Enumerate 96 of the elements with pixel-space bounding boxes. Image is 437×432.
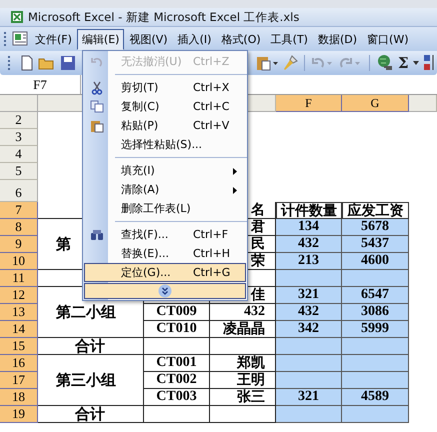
save-icon[interactable]	[60, 55, 76, 71]
table-cell: 4589	[342, 389, 409, 406]
table-cell: 321	[276, 287, 342, 304]
row-header[interactable]: 14	[0, 321, 38, 338]
table-cell: 计件数量	[276, 202, 342, 219]
paste-icon[interactable]	[256, 55, 278, 71]
table-cell	[342, 372, 409, 389]
menu-item[interactable]: 剪切(T) Ctrl+X	[84, 78, 246, 97]
menu-item[interactable]: 窗口(W)	[362, 28, 414, 50]
row-header[interactable]: 5	[0, 163, 38, 180]
undo-icon	[91, 56, 103, 68]
row-header[interactable]: 19	[0, 406, 38, 423]
table-cell	[342, 338, 409, 355]
table-cell: 郑凯	[210, 355, 276, 372]
table-cell: 342	[276, 321, 342, 338]
spreadsheet-icon[interactable]	[12, 31, 30, 47]
table-cell: 第三小组	[38, 355, 144, 406]
table-cell: 5437	[342, 236, 409, 253]
table-cell	[276, 372, 342, 389]
brush-icon[interactable]	[282, 55, 298, 71]
new-document-icon[interactable]	[20, 55, 34, 71]
table-cell: 合计	[38, 338, 144, 355]
menu-item[interactable]: 填充(I)	[84, 161, 246, 180]
row-header[interactable]: 15	[0, 338, 38, 355]
table-cell	[276, 355, 342, 372]
table-cell: 432	[276, 304, 342, 321]
row-header[interactable]: 4	[0, 146, 38, 163]
table-cell	[342, 355, 409, 372]
column-header[interactable]: G	[342, 95, 409, 112]
table-cell: 5678	[342, 219, 409, 236]
row-header[interactable]: 9	[0, 236, 38, 253]
table-cell: 5999	[342, 321, 409, 338]
table-cell: 6547	[342, 287, 409, 304]
column-header[interactable]: F	[276, 95, 342, 112]
table-cell: 4600	[342, 253, 409, 270]
table-cell: CT003	[144, 389, 210, 406]
menu-item[interactable]: 定位(G)... Ctrl+G	[84, 263, 246, 282]
table-cell: CT002	[144, 372, 210, 389]
table-cell	[342, 406, 409, 423]
name-box[interactable]: F7	[0, 75, 81, 94]
table-cell	[276, 406, 342, 423]
menu-item[interactable]: 数据(D)	[312, 28, 362, 50]
menu-item[interactable]: 选择性粘贴(S)...	[84, 135, 246, 154]
menu-item[interactable]: 粘贴(P) Ctrl+V	[84, 116, 246, 135]
row-header[interactable]: 11	[0, 270, 38, 287]
table-cell	[342, 270, 409, 287]
table-cell: 432	[210, 304, 276, 321]
table-cell: 134	[276, 219, 342, 236]
expand-menu-button[interactable]	[84, 283, 246, 299]
double-chevron-icon	[158, 284, 172, 298]
table-cell: CT009	[144, 304, 210, 321]
table-cell: 王明	[210, 372, 276, 389]
table-cell: 321	[276, 389, 342, 406]
folder-icon[interactable]	[38, 56, 56, 70]
table-cell: 凌晶晶	[210, 321, 276, 338]
row-header[interactable]: 12	[0, 287, 38, 304]
row-header[interactable]: 6	[0, 180, 38, 202]
menu-item[interactable]: 格式(O)	[216, 28, 266, 50]
menu-item[interactable]: 清除(A)	[84, 180, 246, 199]
table-cell: 合计	[38, 406, 144, 423]
table-cell: 张三	[210, 389, 276, 406]
row-header[interactable]: 10	[0, 253, 38, 270]
menu-item[interactable]: 文件(F)	[30, 28, 77, 50]
caret-icon[interactable]	[412, 61, 419, 65]
row-header[interactable]: 18	[0, 389, 38, 406]
table-cell	[144, 338, 210, 355]
autosum-button[interactable]: Σ	[398, 54, 409, 72]
row-header[interactable]: 16	[0, 355, 38, 372]
row-header[interactable]: 3	[0, 129, 38, 146]
row-header[interactable]: 17	[0, 372, 38, 389]
table-cell	[276, 338, 342, 355]
copy-icon	[90, 100, 104, 113]
menu-item[interactable]: 复制(C) Ctrl+C	[84, 97, 246, 116]
spreadsheet-icon	[10, 10, 24, 24]
table-cell: 3086	[342, 304, 409, 321]
menu-item[interactable]: 工具(T)	[266, 28, 313, 50]
menu-item[interactable]: 视图(V)	[124, 28, 173, 50]
row-header[interactable]: 8	[0, 219, 38, 236]
table-cell: CT001	[144, 355, 210, 372]
paste-icon	[90, 118, 104, 132]
window-title: Microsoft Excel - 新建 Microsoft Excel 工作表.xls	[28, 10, 300, 24]
row-header[interactable]: 13	[0, 304, 38, 321]
table-cell: 应发工资	[342, 202, 409, 219]
table-cell	[276, 270, 342, 287]
table-cell: 432	[276, 236, 342, 253]
table-cell	[210, 406, 276, 423]
table-cell: 213	[276, 253, 342, 270]
row-header[interactable]: 2	[0, 112, 38, 129]
scissors-icon	[91, 80, 103, 94]
table-cell	[144, 406, 210, 423]
table-cell	[210, 338, 276, 355]
binoculars-icon	[90, 228, 104, 240]
menu-item[interactable]: 编辑(E)	[76, 28, 124, 50]
row-header[interactable]: 7	[0, 202, 38, 219]
table-cell: CT010	[144, 321, 210, 338]
menu-item[interactable]: 插入(I)	[172, 28, 216, 50]
